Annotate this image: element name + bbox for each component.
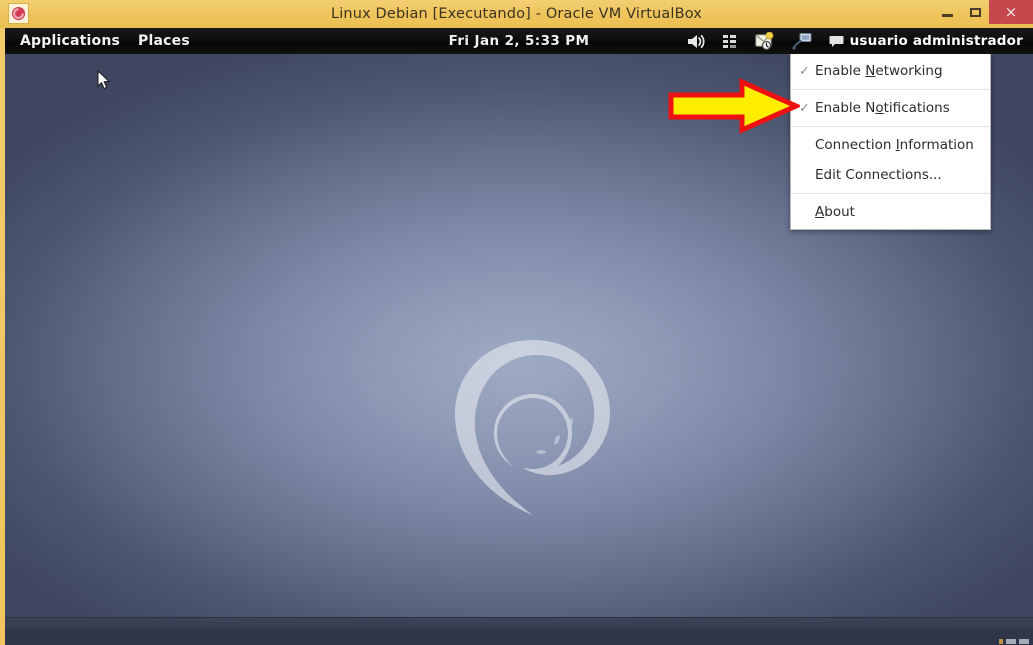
virtualbox-statusbar [5, 630, 1033, 645]
menu-item-connection-information[interactable]: Connection Information [791, 130, 990, 160]
menu-item-enable-networking[interactable]: ✓ Enable Networking [791, 56, 990, 86]
maximize-button[interactable] [961, 0, 989, 24]
menu-item-label: Connection Information [815, 137, 974, 153]
menu-separator [791, 126, 990, 127]
minimize-icon [941, 14, 953, 17]
menu-separator [791, 89, 990, 90]
menu-item-label: Enable Notifications [815, 100, 950, 116]
menu-item-edit-connections[interactable]: Edit Connections... [791, 160, 990, 190]
close-button[interactable]: × [989, 0, 1033, 24]
guest-bottom-edge [5, 617, 1033, 630]
guest-display: Applications Places Fri Jan 2, 5:33 PM u… [5, 28, 1033, 630]
minimize-button[interactable] [933, 0, 961, 24]
maximize-icon [969, 7, 981, 17]
debian-swirl-logo [455, 340, 610, 515]
statusbar-indicators [999, 639, 1029, 644]
network-signal-icon[interactable] [714, 28, 747, 54]
user-chat-icon[interactable] [821, 28, 846, 54]
network-applet-menu: ✓ Enable Networking ✓ Enable Notificatio… [790, 54, 991, 230]
gnome-top-panel: Applications Places Fri Jan 2, 5:33 PM u… [5, 28, 1033, 54]
statusbar-indicator-amber [999, 639, 1003, 644]
virtualbox-titlebar[interactable]: Linux Debian [Executando] - Oracle VM Vi… [0, 0, 1033, 28]
network-wired-icon[interactable] [784, 28, 821, 54]
screenshot-root: Linux Debian [Executando] - Oracle VM Vi… [0, 0, 1033, 645]
user-name-label[interactable]: usuario administrador [846, 33, 1033, 49]
check-icon: ✓ [799, 63, 810, 79]
menu-separator [791, 193, 990, 194]
menu-item-label: Edit Connections... [815, 167, 942, 183]
menu-item-label: Enable Networking [815, 63, 943, 79]
virtualbox-window-frame: Linux Debian [Executando] - Oracle VM Vi… [0, 0, 1033, 645]
volume-icon[interactable] [679, 28, 714, 54]
window-title: Linux Debian [Executando] - Oracle VM Vi… [330, 6, 703, 22]
check-icon: ✓ [799, 100, 810, 116]
places-menu[interactable]: Places [129, 28, 199, 54]
menu-item-enable-notifications[interactable]: ✓ Enable Notifications [791, 93, 990, 123]
menu-item-about[interactable]: About [791, 197, 990, 227]
applications-menu[interactable]: Applications [11, 28, 129, 54]
mouse-pointer [97, 70, 111, 90]
menu-item-label: About [815, 204, 855, 220]
statusbar-indicator [1006, 639, 1016, 644]
window-controls: × [933, 0, 1033, 24]
mail-update-icon[interactable] [747, 28, 784, 54]
panel-tray: usuario administrador [679, 28, 1033, 54]
statusbar-indicator [1019, 639, 1029, 644]
